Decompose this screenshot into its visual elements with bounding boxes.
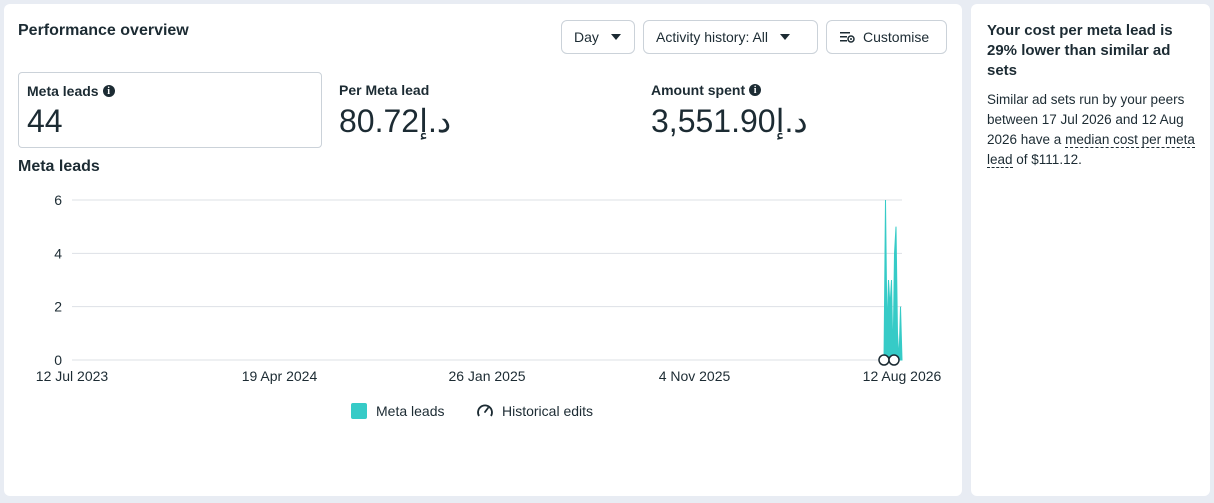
y-tick-label: 2 (54, 299, 62, 315)
legend-item-historical-edits[interactable]: Historical edits (476, 403, 593, 419)
legend-label: Meta leads (376, 403, 445, 419)
x-tick-label: 12 Jul 2023 (36, 368, 109, 384)
x-tick-label: 19 Apr 2024 (242, 368, 318, 384)
meta-leads-series-area[interactable] (883, 199, 903, 361)
performance-overview-panel: Performance overview Day Activity histor… (4, 4, 962, 496)
insight-panel: Your cost per meta lead is 29% lower tha… (971, 4, 1210, 496)
meta-leads-chart: 0 2 4 6 12 Jul 2023 19 Apr 2024 26 Jan 2025 4 N… (36, 192, 942, 384)
gauge-icon (477, 404, 493, 417)
x-tick-label: 4 Nov 2025 (659, 368, 731, 384)
historical-edit-marker[interactable] (888, 354, 900, 366)
y-tick-label: 0 (54, 352, 62, 368)
x-tick-label: 12 Aug 2026 (863, 368, 942, 384)
insight-body: Similar ad sets run by your peers betwee… (987, 90, 1197, 170)
legend-swatch (351, 403, 367, 419)
y-tick-label: 6 (54, 192, 62, 208)
y-tick-label: 4 (54, 245, 62, 261)
insight-heading: Your cost per meta lead is 29% lower tha… (987, 22, 1173, 79)
legend-label: Historical edits (502, 403, 594, 419)
x-tick-label: 26 Jan 2025 (448, 368, 525, 384)
insight-text-end: of $111.12. (1012, 152, 1082, 167)
historical-edit-marker[interactable] (878, 354, 890, 366)
legend-item-meta-leads[interactable]: Meta leads (351, 403, 444, 419)
